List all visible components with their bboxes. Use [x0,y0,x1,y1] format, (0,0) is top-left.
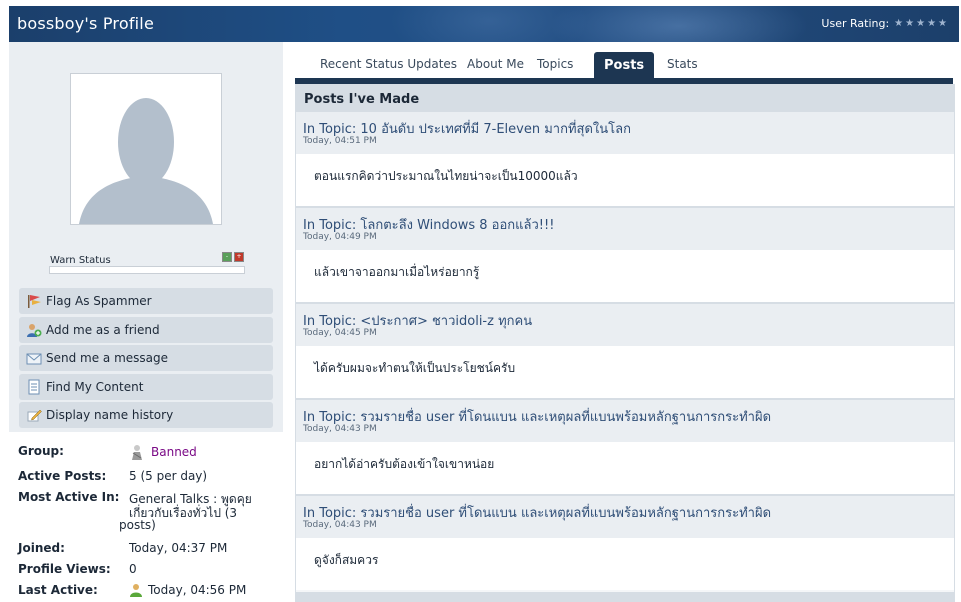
panel-footer [296,592,954,602]
panel-header: Posts I've Made [296,84,954,112]
post-time: Today, 04:49 PM [303,232,377,242]
user-add-icon [26,322,42,338]
panel-title: Posts I've Made [304,92,420,107]
tab-stats[interactable]: Stats [667,57,698,71]
last-active-value: Today, 04:56 PM [148,583,247,597]
profile-title: bossboy's Profile [17,14,155,33]
rating-stars[interactable]: ★★★★★ [894,18,949,29]
menu-item-label: Display name history [46,408,174,422]
profile-views-value: 0 [129,562,137,576]
warn-status-bar [49,266,245,274]
flag-spammer-button[interactable]: Flag As Spammer [19,288,273,314]
post-text: ได้ครับผมจะทำตนให้เป็นประโยชน์ครับ [314,361,516,375]
post-body: ได้ครับผมจะทำตนให้เป็นประโยชน์ครับ [296,346,954,398]
joined-label: Joined: [18,541,65,555]
post-body: แล้วเขาจาออกมาเมื่อไหร่อยากรู้ [296,250,954,302]
most-active-post-count: posts) [119,518,156,532]
menu-item-label: Add me as a friend [46,322,160,337]
post-time: Today, 04:43 PM [303,424,377,434]
post-header: In Topic: <ประกาศ> ชาวidoli-z ทุกคน Toda… [296,304,954,346]
post-header: In Topic: รวมรายชื่อ user ที่โดนแบน และเ… [296,400,954,442]
post-time: Today, 04:45 PM [303,328,377,338]
last-active-label: Last Active: [18,583,98,597]
profile-tabs: Recent Status Updates About Me Topics Po… [295,52,953,78]
header-glow-secondary [389,6,589,42]
post-item: In Topic: <ประกาศ> ชาวidoli-z ทุกคน Toda… [296,304,954,400]
post-text: ดูจังก็สมควร [314,553,379,567]
tab-posts[interactable]: Posts [594,52,655,78]
tab-topics[interactable]: Topics [537,57,573,71]
profile-views-label: Profile Views: [18,562,111,576]
post-item: In Topic: รวมรายชื่อ user ที่โดนแบน และเ… [296,400,954,496]
post-item: In Topic: รวมรายชื่อ user ที่โดนแบน และเ… [296,496,954,592]
tab-about-me[interactable]: About Me [467,57,524,71]
post-body: ดูจังก็สมควร [296,538,954,590]
group-name: Banned [151,445,197,459]
pencil-icon [26,407,42,423]
post-item: In Topic: 10 อันดับ ประเทศที่มี 7-Eleven… [296,112,954,208]
document-icon [26,379,42,395]
post-text: อยากได้อ่าครับต้องเข้าใจเขาหน่อย [314,457,495,471]
joined-value: Today, 04:37 PM [129,541,228,555]
post-body: อยากได้อ่าครับต้องเข้าใจเขาหน่อย [296,442,954,494]
post-header: In Topic: รวมรายชื่อ user ที่โดนแบน และเ… [296,496,954,538]
warn-controls: - + [222,252,244,262]
post-header: In Topic: โลกตะลึง Windows 8 ออกแล้ว!!! … [296,208,954,250]
flag-icon [26,293,42,309]
user-rating: User Rating: ★★★★★ [821,17,949,30]
user-rating-label: User Rating: [821,17,890,30]
profile-sidebar: Warn Status - + Flag As Spammer Add me a… [9,42,283,432]
envelope-icon [26,350,42,366]
group-label: Group: [18,444,64,458]
posts-panel: Posts I've Made In Topic: 10 อันดับ ประเ… [295,84,955,602]
post-body: ตอนแรกคิดว่าประมาณในไทยน่าจะเป็น10000แล้… [296,154,954,206]
profile-actions-menu: Flag As Spammer Add me as a friend Send … [19,288,273,431]
post-text: ตอนแรกคิดว่าประมาณในไทยน่าจะเป็น10000แล้… [314,169,578,183]
avatar [70,73,222,225]
warn-status-label: Warn Status [50,255,111,266]
menu-item-label: Send me a message [46,351,169,365]
group-value: Banned [129,444,197,460]
display-name-history-button[interactable]: Display name history [19,402,273,428]
post-time: Today, 04:43 PM [303,520,377,530]
send-message-button[interactable]: Send me a message [19,345,273,371]
post-time: Today, 04:51 PM [303,136,377,146]
warn-decrease-button[interactable]: - [222,252,232,262]
add-friend-button[interactable]: Add me as a friend [19,316,273,343]
profile-header: bossboy's Profile User Rating: ★★★★★ [9,6,959,42]
menu-item-label: Flag As Spammer [46,294,152,308]
active-posts-value: 5 (5 per day) [129,469,208,483]
menu-item-label: Find My Content [46,379,144,394]
online-user-icon [129,583,143,597]
post-header: In Topic: 10 อันดับ ประเทศที่มี 7-Eleven… [296,112,954,154]
most-active-label: Most Active In: [18,490,120,504]
warn-increase-button[interactable]: + [234,252,244,262]
last-active-value-wrap: Today, 04:56 PM [129,583,246,597]
active-posts-label: Active Posts: [18,469,107,483]
post-item: In Topic: โลกตะลึง Windows 8 ออกแล้ว!!! … [296,208,954,304]
tab-recent-status-updates[interactable]: Recent Status Updates [320,57,457,71]
banned-group-icon [129,444,145,460]
post-text: แล้วเขาจาออกมาเมื่อไหร่อยากรู้ [314,265,480,279]
find-content-button[interactable]: Find My Content [19,373,273,400]
default-avatar-icon [71,74,221,224]
